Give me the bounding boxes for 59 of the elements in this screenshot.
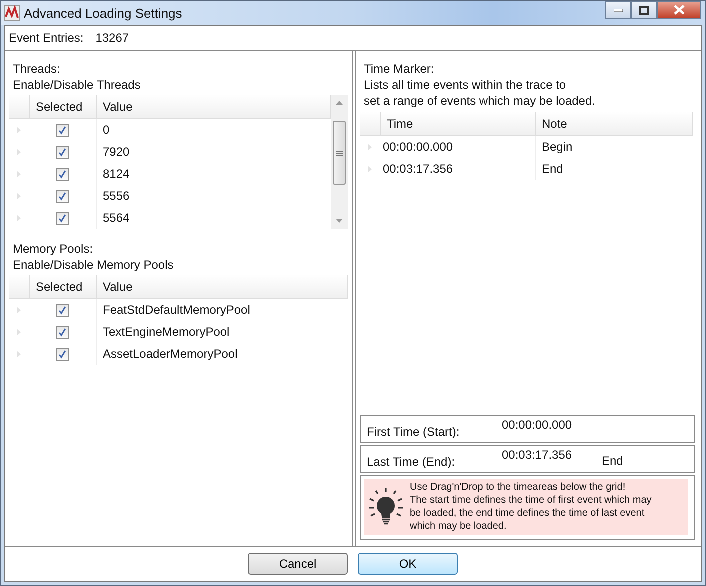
section-title: Memory Pools: bbox=[12, 241, 94, 257]
column-header[interactable]: Selected bbox=[30, 275, 97, 298]
lightbulb-icon bbox=[368, 487, 404, 527]
section-description: set a range of events which may be loaded. bbox=[363, 93, 596, 109]
close-icon bbox=[674, 5, 684, 15]
minimize-icon bbox=[614, 8, 622, 12]
table-cell: AssetLoaderMemoryPool bbox=[103, 347, 238, 361]
table-cell: End bbox=[542, 162, 564, 176]
window-title: Advanced Loading Settings bbox=[24, 6, 182, 20]
scrollbar[interactable] bbox=[331, 95, 348, 229]
table-cell: 8124 bbox=[103, 167, 130, 181]
table-cell: TextEngineMemoryPool bbox=[103, 325, 230, 339]
section-description: Lists all time events within the trace to bbox=[363, 77, 568, 93]
column-header[interactable]: Value bbox=[97, 275, 348, 298]
table-cell: 0 bbox=[103, 123, 110, 137]
field-label: Last Time (End): bbox=[367, 454, 456, 469]
time-value: 00:03:17.356 bbox=[502, 447, 574, 462]
grip-icon bbox=[336, 150, 343, 156]
event-entries-label: Event Entries: bbox=[9, 31, 84, 45]
dialog-button[interactable]: OK bbox=[358, 553, 458, 575]
section-subtitle: Enable/Disable Threads bbox=[12, 77, 142, 93]
checkbox[interactable] bbox=[56, 304, 69, 316]
checkbox[interactable] bbox=[56, 326, 69, 338]
column-header[interactable]: Selected bbox=[30, 95, 97, 118]
section-subtitle: Enable/Disable Memory Pools bbox=[12, 257, 175, 273]
close-button[interactable] bbox=[657, 1, 701, 19]
checkbox[interactable] bbox=[56, 190, 69, 202]
checkbox[interactable] bbox=[56, 212, 69, 224]
drop-area[interactable]: Last Time (End): 00:03:17.356 End bbox=[360, 445, 695, 473]
hint-text: be loaded, the end time defines the time of last event bbox=[410, 507, 646, 520]
minimize-button[interactable] bbox=[605, 1, 631, 19]
time-value: 00:00:00.000 bbox=[502, 417, 574, 432]
field-label: First Time (Start): bbox=[367, 424, 461, 439]
maximize-icon bbox=[639, 6, 649, 14]
table-cell: 5556 bbox=[103, 189, 130, 203]
dialog-button[interactable]: Cancel bbox=[248, 553, 348, 575]
hint-text: The start time defines the time of first event which may bbox=[410, 494, 652, 507]
time-note: End bbox=[602, 453, 624, 468]
checkbox[interactable] bbox=[56, 348, 69, 360]
table-cell: 00:03:17.356 bbox=[383, 162, 454, 176]
table-cell: FeatStdDefaultMemoryPool bbox=[103, 303, 250, 317]
hint-text: which may be loaded. bbox=[410, 520, 508, 533]
app-icon bbox=[4, 5, 20, 21]
table-cell: 5564 bbox=[103, 211, 130, 225]
table-cell: 7920 bbox=[103, 145, 130, 159]
checkbox[interactable] bbox=[56, 124, 69, 136]
event-entries-value: 13267 bbox=[96, 31, 130, 45]
section-title: Time Marker: bbox=[363, 61, 436, 77]
checkbox[interactable] bbox=[56, 168, 69, 180]
checkbox[interactable] bbox=[56, 146, 69, 158]
table-cell: 00:00:00.000 bbox=[383, 140, 454, 154]
table-cell: Begin bbox=[542, 140, 573, 154]
maximize-button[interactable] bbox=[631, 1, 657, 19]
scrollbar-thumb[interactable] bbox=[333, 121, 346, 185]
drop-area[interactable]: First Time (Start): 00:00:00.000 bbox=[360, 415, 695, 443]
column-header[interactable]: Note bbox=[536, 112, 693, 135]
column-header[interactable]: Time bbox=[381, 112, 536, 135]
section-title: Threads: bbox=[12, 61, 62, 77]
hint-text: Use Drag'n'Drop to the timeareas below the grid! bbox=[410, 481, 627, 494]
